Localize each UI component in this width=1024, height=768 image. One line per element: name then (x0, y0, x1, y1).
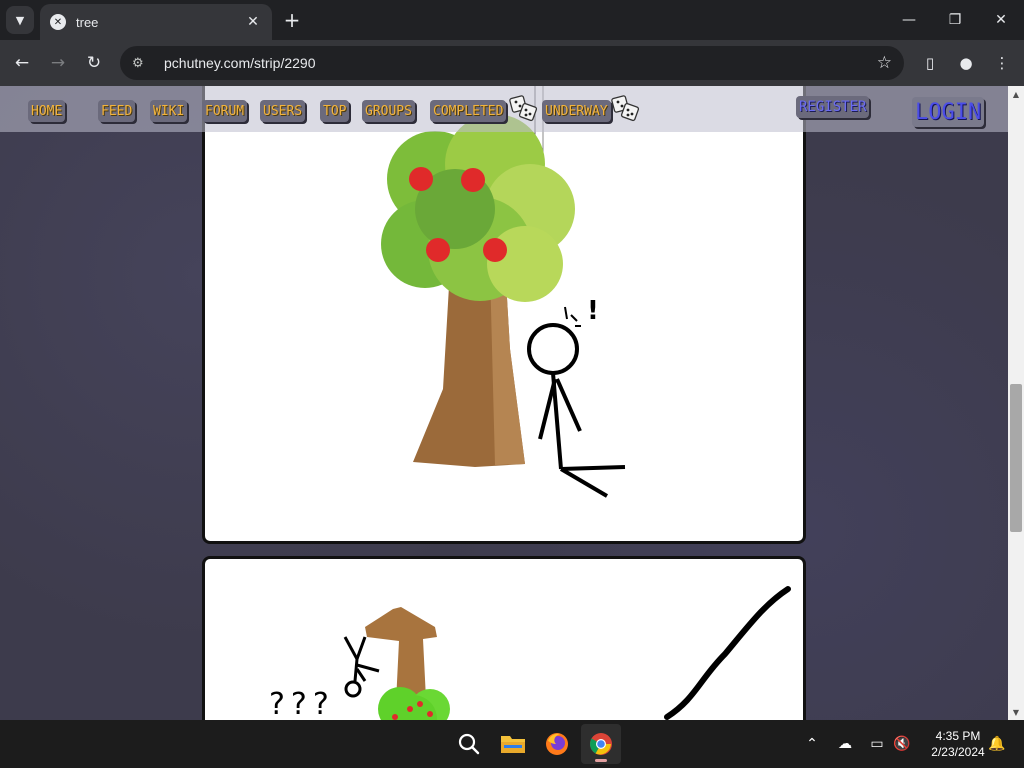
dice-icon-2 (611, 95, 640, 122)
nav-home[interactable]: HOME (28, 100, 66, 122)
nav-underway[interactable]: UNDERWAY (542, 100, 611, 122)
dice-icon (509, 95, 538, 122)
bookmark-star-icon[interactable]: ☆ (877, 53, 892, 73)
tray-chevron-up-icon[interactable]: ⌃ (800, 732, 824, 756)
more-menu-icon[interactable]: ⋮ (988, 49, 1016, 77)
nav-groups[interactable]: GROUPS (362, 100, 415, 122)
profile-icon[interactable]: ● (952, 49, 980, 77)
volume-muted-icon[interactable]: 🔇 (890, 732, 914, 756)
address-bar[interactable]: ⚙ pchutney.com/strip/2290 ☆ (120, 46, 904, 80)
comic-panel-1: ! (202, 86, 806, 544)
scrollbar-thumb[interactable] (1010, 384, 1022, 532)
nav-forum[interactable]: FORUM (202, 100, 248, 122)
question-marks: ??? (269, 687, 335, 720)
tab-title: tree (76, 14, 99, 30)
folder-icon (501, 736, 525, 753)
onedrive-cloud-icon[interactable]: ☁ (833, 732, 857, 756)
close-window-button[interactable]: ✕ (978, 0, 1024, 40)
url-text: pchutney.com/strip/2290 (164, 55, 316, 71)
side-panel-icon[interactable]: ▯ (916, 49, 944, 77)
new-tab-button[interactable]: + (280, 8, 304, 32)
nav-completed[interactable]: COMPLETED (430, 100, 507, 122)
nav-top[interactable]: TOP (320, 100, 350, 122)
chrome-icon (590, 733, 612, 755)
nav-users[interactable]: USERS (260, 100, 306, 122)
notification-bell-icon[interactable]: 🔔 (985, 732, 1009, 756)
page-viewport: ! ??? HOME FEED WIKI FORUM USERS TOP GRO… (0, 86, 1008, 720)
restore-button[interactable]: ❐ (932, 0, 978, 40)
site-info-icon[interactable]: ⚙ (132, 55, 152, 71)
forward-button[interactable]: → (44, 49, 72, 77)
scroll-down-icon[interactable]: ▼ (1008, 704, 1024, 720)
register-link[interactable]: REGISTER (796, 96, 870, 118)
tab-strip: ▼ ✕ tree ✕ + — ❐ ✕ (0, 0, 1024, 40)
search-icon (458, 733, 480, 755)
tab-search-button[interactable]: ▼ (6, 6, 34, 34)
browser-toolbar: ← → ↻ ⚙ pchutney.com/strip/2290 ☆ ▯ ● ⋮ (0, 40, 1024, 86)
tab-close-icon[interactable]: ✕ (244, 13, 262, 31)
login-link[interactable]: LOGIN (912, 97, 985, 127)
exclaim-mark: ! (587, 296, 599, 326)
taskbar-chrome[interactable] (581, 724, 621, 764)
comic-panel-2: ??? (202, 556, 806, 720)
tree-drawing: ! (381, 86, 626, 498)
tab-active[interactable]: ✕ tree ✕ (40, 4, 272, 40)
firefox-icon (546, 733, 568, 755)
site-favicon-icon: ✕ (50, 14, 66, 30)
network-icon[interactable]: ▭ (865, 732, 889, 756)
scroll-up-icon[interactable]: ▲ (1008, 86, 1024, 102)
minimize-button[interactable]: — (886, 0, 932, 40)
windows-taskbar: ⌃ ☁ ▭ 🔇 4:35 PM 2/23/2024 🔔 (0, 720, 1024, 768)
taskbar-file-explorer[interactable] (493, 724, 533, 764)
chevron-down-icon: ▼ (15, 13, 25, 27)
back-button[interactable]: ← (8, 49, 36, 77)
nav-wiki[interactable]: WIKI (150, 100, 188, 122)
reload-button[interactable]: ↻ (80, 49, 108, 77)
taskbar-search[interactable] (449, 724, 489, 764)
site-nav-bar: HOME FEED WIKI FORUM USERS TOP GROUPS CO… (0, 86, 1008, 132)
taskbar-firefox[interactable] (537, 724, 577, 764)
tree-stump-drawing: ??? (269, 586, 791, 720)
nav-feed[interactable]: FEED (98, 100, 136, 122)
page-scrollbar[interactable]: ▲ ▼ (1008, 86, 1024, 720)
